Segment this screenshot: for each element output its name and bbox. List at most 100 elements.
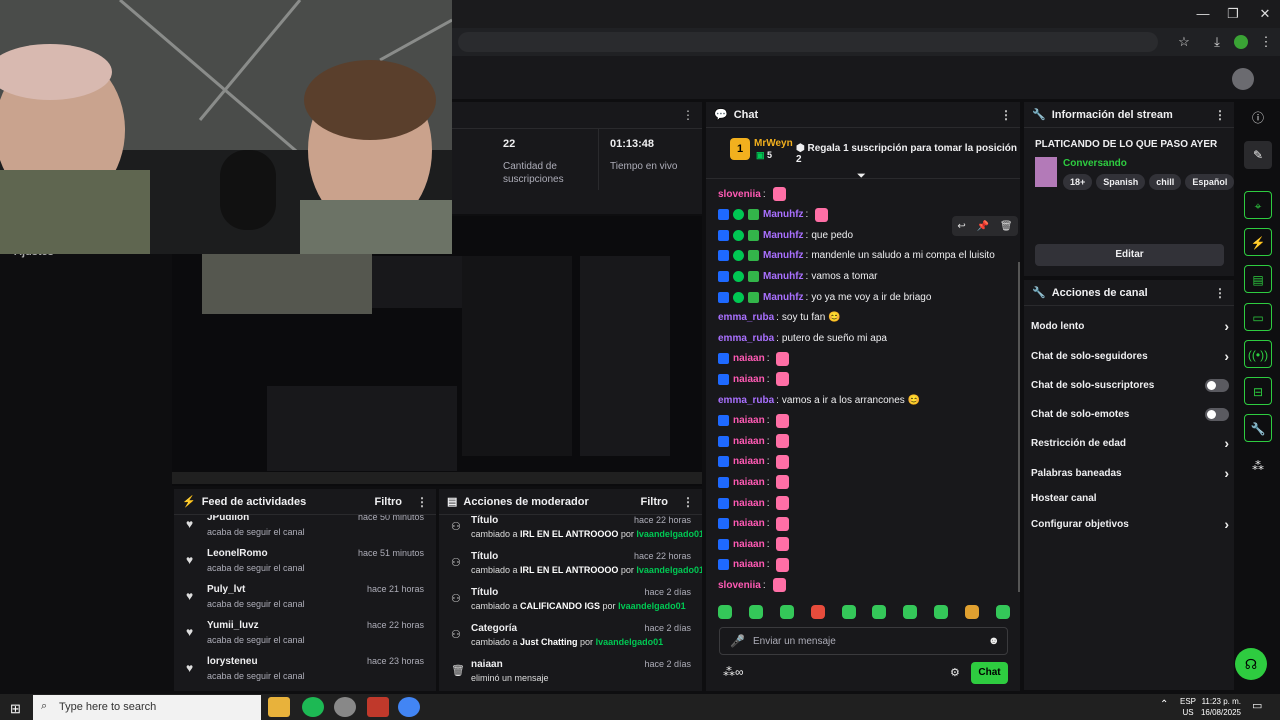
lightning-icon[interactable]: ⚡: [1244, 228, 1272, 256]
file-explorer-icon[interactable]: [268, 697, 290, 717]
chat-username[interactable]: naiaan: [733, 539, 765, 550]
chat-username[interactable]: naiaan: [733, 498, 765, 509]
follower-name[interactable]: Yumii_luvz: [207, 620, 259, 631]
toggle-switch[interactable]: [1205, 407, 1229, 421]
mod-filter-button[interactable]: Filtro: [641, 496, 669, 508]
follower-name[interactable]: JPudilon: [207, 515, 249, 523]
kebab-icon[interactable]: ⋮: [1000, 108, 1012, 122]
language-indicator[interactable]: ESP US: [1180, 696, 1196, 718]
emote-icon[interactable]: [841, 605, 856, 619]
browser-menu-icon[interactable]: ⋮: [1256, 33, 1276, 51]
channel-action-1[interactable]: Modo lento ›: [1031, 316, 1229, 336]
document-icon[interactable]: ▤: [1244, 265, 1272, 293]
stream-preview[interactable]: [172, 216, 702, 486]
spotify-icon[interactable]: [302, 697, 324, 717]
follower-name[interactable]: Puly_lvt: [207, 584, 245, 595]
emote-icon[interactable]: [903, 605, 918, 619]
tag-chip[interactable]: 18+: [1063, 174, 1093, 190]
chat-username[interactable]: naiaan: [733, 436, 765, 447]
windows-start-icon[interactable]: ⊞: [10, 701, 21, 717]
support-icon[interactable]: ☊: [1235, 648, 1267, 680]
emote-icon[interactable]: [934, 605, 949, 619]
emote-icon[interactable]: [995, 605, 1010, 619]
channel-action-3[interactable]: Chat de solo-suscriptores: [1031, 375, 1229, 395]
emoji-icon[interactable]: ☻: [988, 635, 1000, 647]
focus-icon[interactable]: ⌖: [1244, 191, 1272, 219]
chat-username[interactable]: Manuhfz: [763, 271, 804, 282]
voice-mod-icon[interactable]: [367, 697, 389, 717]
points-icon[interactable]: ⁂∞: [723, 665, 744, 679]
kebab-icon[interactable]: ⋮: [1214, 108, 1226, 122]
chat-username[interactable]: sloveniia: [718, 580, 761, 591]
community-icon[interactable]: ⁂: [1240, 452, 1276, 480]
chat-username[interactable]: Manuhfz: [763, 292, 804, 303]
chat-username[interactable]: naiaan: [733, 374, 765, 385]
chat-username[interactable]: naiaan: [733, 518, 765, 529]
chat-username[interactable]: emma_ruba: [718, 395, 774, 406]
restore-icon[interactable]: ❐: [1218, 4, 1248, 24]
close-icon[interactable]: ✕: [1250, 4, 1280, 24]
chat-username[interactable]: naiaan: [733, 415, 765, 426]
chat-username[interactable]: naiaan: [733, 456, 765, 467]
chat-send-button[interactable]: Chat: [971, 662, 1008, 684]
chat-username[interactable]: sloveniia: [718, 189, 761, 200]
bookmark-star-icon[interactable]: ☆: [1174, 33, 1194, 51]
chrome-icon[interactable]: [398, 697, 420, 717]
emote-icon[interactable]: [810, 605, 825, 619]
kebab-icon[interactable]: ⋮: [1214, 286, 1226, 300]
chat-username[interactable]: Manuhfz: [763, 230, 804, 241]
toggle-switch[interactable]: [1205, 378, 1229, 392]
url-field[interactable]: [458, 32, 1158, 52]
clock[interactable]: 11:23 p. m. 16/08/2025: [1200, 696, 1241, 718]
emote-icon[interactable]: [779, 605, 794, 619]
chat-username[interactable]: naiaan: [733, 559, 765, 570]
follower-name[interactable]: lorysteneu: [207, 656, 258, 667]
chat-username[interactable]: emma_ruba: [718, 312, 774, 323]
emote-icon[interactable]: [872, 605, 887, 619]
emote-icon[interactable]: [718, 605, 732, 619]
download-icon[interactable]: ⤓: [1207, 33, 1227, 51]
prime-badge-icon: [718, 229, 729, 241]
kebab-icon[interactable]: ⋮: [682, 495, 694, 509]
info-icon[interactable]: ⓘ: [1240, 104, 1276, 132]
tag-chip[interactable]: chill: [1149, 174, 1182, 190]
feed-filter-button[interactable]: Filtro: [375, 496, 403, 508]
tag-chip[interactable]: Español: [1185, 174, 1234, 190]
mod-action-title: Título: [471, 587, 499, 598]
chat-username[interactable]: Manuhfz: [763, 250, 804, 261]
notification-icon[interactable]: ▭: [1252, 699, 1262, 712]
chat-icon[interactable]: ▭: [1244, 303, 1272, 331]
chat-username[interactable]: naiaan: [733, 353, 765, 364]
follower-name[interactable]: LeonelRomo: [207, 548, 268, 559]
profile-icon[interactable]: [1234, 35, 1248, 49]
gear-icon[interactable]: ⚙: [950, 666, 960, 679]
pinned-user[interactable]: MrWeyn: [754, 138, 793, 149]
chat-username[interactable]: Manuhfz: [763, 209, 804, 220]
tools-icon[interactable]: 🔧: [1244, 414, 1272, 442]
channel-action-8[interactable]: Configurar objetivos ›: [1031, 514, 1229, 534]
emote-icon[interactable]: [965, 605, 979, 619]
channel-action-7[interactable]: Hostear canal: [1031, 488, 1229, 508]
chat-input[interactable]: 🎤 Enviar un mensaje ☻: [719, 627, 1008, 655]
avatar[interactable]: [1232, 68, 1254, 90]
broadcast-icon[interactable]: ((•)): [1244, 340, 1272, 368]
channel-action-2[interactable]: Chat de solo-seguidores ›: [1031, 346, 1229, 366]
channel-action-4[interactable]: Chat de solo-emotes: [1031, 404, 1229, 424]
kebab-icon[interactable]: ⋮: [416, 495, 428, 509]
obs-icon[interactable]: [334, 697, 356, 717]
tag-chip[interactable]: Spanish: [1096, 174, 1146, 190]
kebab-icon[interactable]: ⋮: [682, 108, 694, 122]
mic-icon[interactable]: 🎤: [730, 634, 745, 648]
taskbar-search[interactable]: ⌕ Type here to search: [33, 695, 261, 720]
emote-icon[interactable]: [748, 605, 763, 619]
layout-icon[interactable]: ⊟: [1244, 377, 1272, 405]
chat-username[interactable]: naiaan: [733, 477, 765, 488]
edit-button[interactable]: Editar: [1035, 244, 1224, 266]
channel-action-5[interactable]: Restricción de edad ›: [1031, 433, 1229, 453]
minimize-icon[interactable]: —: [1188, 4, 1218, 24]
category-name[interactable]: Conversando: [1063, 158, 1127, 169]
channel-action-6[interactable]: Palabras baneadas ›: [1031, 463, 1229, 483]
chat-username[interactable]: emma_ruba: [718, 333, 774, 344]
edit-icon[interactable]: ✎: [1244, 141, 1272, 169]
tray-chevron-icon[interactable]: ⌃: [1160, 699, 1168, 710]
